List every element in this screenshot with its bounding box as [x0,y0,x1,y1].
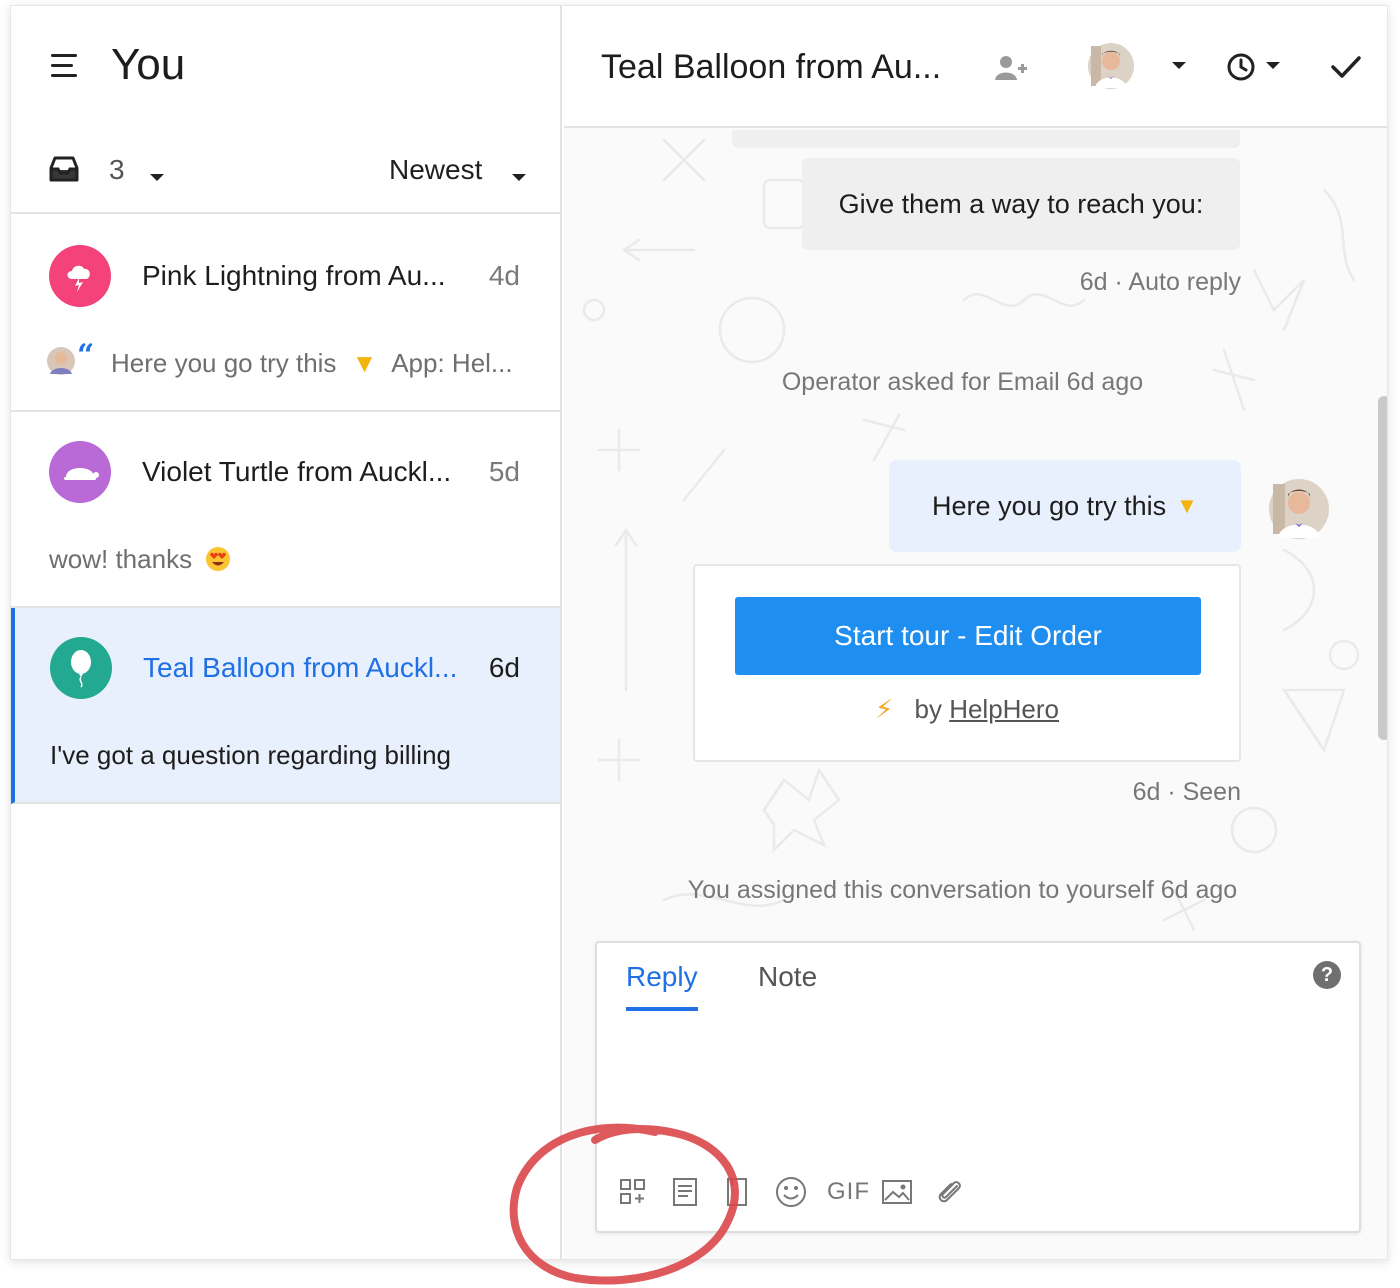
inbox-tray-icon[interactable] [49,156,79,182]
tab-reply[interactable]: Reply [626,961,698,1011]
conversation-list-pane: You 3 Newest Pink Lightning from Au... 4 [11,6,562,1259]
sort-dropdown[interactable]: Newest [389,154,482,186]
inbox-count[interactable]: 3 [109,154,125,186]
inbox-title: You [111,40,186,89]
hamburger-menu-icon[interactable] [51,54,79,78]
tour-byline: ⚡ by HelpHero [874,694,1060,724]
close-conversation-check-icon[interactable] [1330,54,1362,80]
conversation-title: Teal Balloon from Au... [601,48,942,86]
assignee-dropdown-icon[interactable] [1172,62,1186,69]
heart-eyes-emoji-icon [206,547,231,571]
tab-note[interactable]: Note [758,961,817,1007]
conversation-preview: Here you go try this ▼ App: Hel... [111,348,513,378]
auto-reply-bubble: Give them a way to reach you: [802,158,1240,250]
thread-scrollbar[interactable] [1378,396,1387,740]
conversation-pane: Teal Balloon from Au... Give them a way … [564,6,1387,1259]
conversation-item[interactable]: Violet Turtle from Auckl... 5d wow! than… [11,412,560,608]
app-window: You 3 Newest Pink Lightning from Au... 4 [10,5,1388,1260]
conversation-preview: wow! thanks [49,544,231,575]
list-header: You [11,6,560,126]
apps-grid-plus-icon[interactable] [619,1175,647,1209]
count-dropdown-icon[interactable] [150,174,164,181]
conversation-item-selected[interactable]: Teal Balloon from Auckl... 6d I've got a… [11,608,560,804]
conversation-preview: I've got a question regarding billing [50,740,452,770]
help-icon[interactable]: ? [1313,961,1341,989]
start-tour-button[interactable]: Start tour - Edit Order [735,597,1201,675]
conversation-time: 6d [488,652,520,683]
article-icon[interactable] [673,1175,697,1209]
event-email-requested: Operator asked for Email 6d ago [781,368,1144,396]
gif-icon[interactable]: GIF [827,1175,870,1209]
conversation-avatar [49,441,111,503]
conversation-item[interactable]: Pink Lightning from Au... 4d “ Here you … [11,216,560,412]
turtle-icon [64,468,99,480]
conversation-name: Teal Balloon from Auckl... [143,652,458,683]
conversation-name: Violet Turtle from Auckl... [142,456,452,487]
pointing-down-emoji-icon: ▼ [351,348,378,378]
auto-reply-meta: 6d · Auto reply [1079,268,1241,296]
snooze-dropdown-icon[interactable] [1266,62,1280,69]
sort-dropdown-icon[interactable] [512,174,526,181]
assignee-avatar[interactable] [1087,42,1135,90]
filter-bar: 3 Newest [11,134,560,214]
conversation-header: Teal Balloon from Au... [564,6,1387,128]
pointing-down-emoji-icon: ▼ [1176,493,1198,518]
image-icon[interactable] [882,1175,912,1209]
conversation-time: 4d [488,260,520,291]
attachment-paperclip-icon[interactable] [935,1175,965,1209]
lightning-bolt-icon: ⚡ [874,694,894,724]
quote-icon: “ [77,338,95,373]
event-assigned: You assigned this conversation to yourse… [687,876,1238,904]
conversation-avatar [49,245,111,307]
conversation-name: Pink Lightning from Au... [142,260,446,291]
operator-mini-avatar [47,347,75,375]
operator-avatar [1269,479,1329,539]
message-thread[interactable]: Give them a way to reach you: 6d · Auto … [564,130,1361,940]
reply-composer[interactable]: Reply Note ? GIF [595,941,1361,1233]
previous-message-bubble [732,130,1240,148]
balloon-icon [71,650,91,688]
conversation-time: 5d [488,456,520,487]
saved-reply-icon[interactable] [727,1175,747,1209]
seen-meta: 6d · Seen [1132,778,1241,806]
operator-message-bubble: Here you go try this ▼ [889,460,1241,552]
helphero-link[interactable]: HelpHero [949,694,1059,724]
add-user-icon[interactable] [994,54,1028,82]
conversation-avatar [50,637,112,699]
snooze-clock-icon[interactable] [1226,52,1256,82]
cloud-lightning-icon [67,265,90,292]
operator-message-text: Here you go try this [932,490,1167,521]
emoji-icon[interactable] [775,1175,807,1209]
tour-card: Start tour - Edit Order ⚡ by HelpHero [693,564,1241,762]
